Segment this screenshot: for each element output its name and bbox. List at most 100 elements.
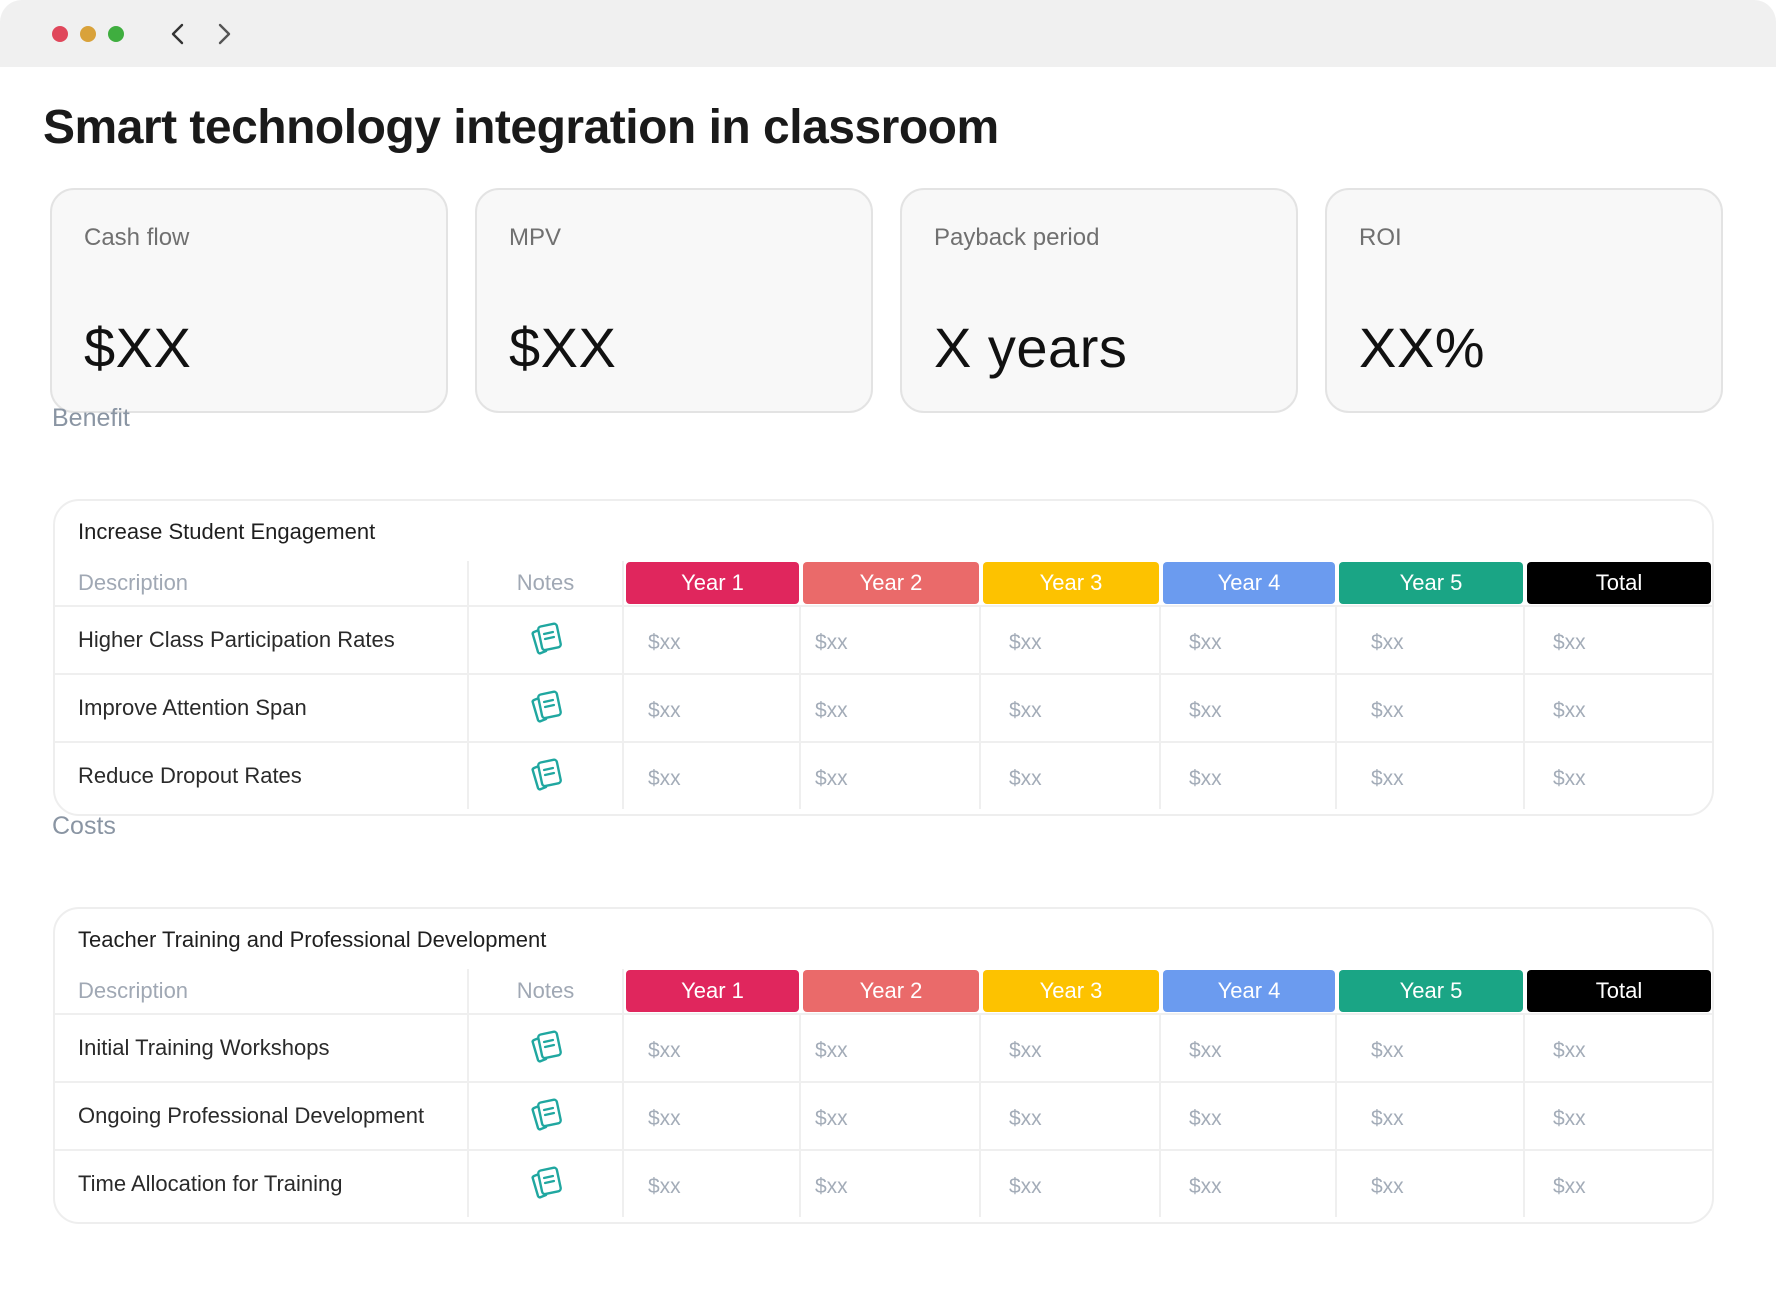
year-3-cell[interactable]: $xx [981, 1151, 1161, 1217]
notes-header: Notes [516, 570, 575, 595]
year-3-cell[interactable]: $xx [981, 1083, 1161, 1149]
year-4-cell[interactable]: $xx [1161, 1015, 1337, 1081]
description-cell[interactable]: Higher Class Participation Rates [55, 607, 469, 673]
year-4-cell[interactable]: $xx [1161, 675, 1337, 741]
year-5-value: $xx [1371, 1039, 1404, 1062]
page-title: Smart technology integration in classroo… [43, 101, 999, 154]
description-cell[interactable]: Reduce Dropout Rates [55, 743, 469, 809]
year-5-cell[interactable]: $xx [1337, 1083, 1525, 1149]
year-2-cell[interactable]: $xx [801, 1151, 981, 1217]
back-button[interactable] [158, 14, 198, 54]
kpi-value: $XX [509, 316, 617, 379]
close-window-button[interactable] [52, 25, 68, 42]
year-5-cell[interactable]: $xx [1337, 743, 1525, 809]
year-5-cell[interactable]: $xx [1337, 607, 1525, 673]
description-header: Description [78, 570, 189, 595]
notes-cell [469, 743, 624, 809]
minimize-window-button[interactable] [80, 25, 96, 42]
kpi-value: X years [934, 316, 1128, 379]
total-cell[interactable]: $xx [1525, 1015, 1712, 1081]
year-2-cell[interactable]: $xx [801, 743, 981, 809]
year-1-cell[interactable]: $xx [624, 1083, 801, 1149]
app-window: Smart technology integration in classroo… [0, 0, 1776, 1304]
year-5-value: $xx [1371, 1107, 1404, 1130]
year-1-cell[interactable]: $xx [624, 607, 801, 673]
kpi-card-mpv: MPV $XX [475, 188, 873, 413]
notes-header: Notes [516, 978, 575, 1003]
year-5-header: Year 5 [1339, 970, 1523, 1012]
year-4-cell[interactable]: $xx [1161, 607, 1337, 673]
year-4-header-cell: Year 4 [1161, 561, 1337, 605]
description-cell[interactable]: Time Allocation for Training [55, 1151, 469, 1217]
year-2-cell[interactable]: $xx [801, 607, 981, 673]
notes-cell [469, 1083, 624, 1149]
section-panel-benefit: Increase Student Engagement Description … [53, 499, 1714, 816]
total-cell[interactable]: $xx [1525, 1083, 1712, 1149]
total-header-cell: Total [1525, 561, 1712, 605]
kpi-value: $XX [84, 316, 192, 379]
description-cell[interactable]: Initial Training Workshops [55, 1015, 469, 1081]
row-description: Reduce Dropout Rates [78, 763, 302, 788]
year-3-cell[interactable]: $xx [981, 675, 1161, 741]
description-cell[interactable]: Improve Attention Span [55, 675, 469, 741]
notes-icon[interactable] [528, 689, 564, 727]
section-label-costs: Costs [52, 812, 116, 840]
kpi-cards: Cash flow $XX MPV $XX Payback period X y… [50, 188, 1723, 413]
notes-cell [469, 607, 624, 673]
year-2-cell[interactable]: $xx [801, 1083, 981, 1149]
kpi-card-payback-period: Payback period X years [900, 188, 1298, 413]
year-1-header-cell: Year 1 [624, 561, 801, 605]
group-title: Teacher Training and Professional Develo… [78, 927, 547, 952]
year-1-value: $xx [648, 1107, 681, 1130]
year-3-cell[interactable]: $xx [981, 743, 1161, 809]
notes-icon[interactable] [528, 1165, 564, 1203]
year-3-header: Year 3 [983, 970, 1159, 1012]
notes-icon[interactable] [528, 1029, 564, 1067]
year-5-cell[interactable]: $xx [1337, 1151, 1525, 1217]
total-value: $xx [1553, 631, 1586, 654]
notes-icon[interactable] [528, 1097, 564, 1135]
chevron-right-icon [218, 23, 231, 44]
year-3-cell[interactable]: $xx [981, 607, 1161, 673]
year-2-cell[interactable]: $xx [801, 675, 981, 741]
year-3-value: $xx [1009, 631, 1042, 654]
year-1-cell[interactable]: $xx [624, 743, 801, 809]
notes-icon[interactable] [528, 757, 564, 795]
year-5-cell[interactable]: $xx [1337, 1015, 1525, 1081]
year-5-value: $xx [1371, 1175, 1404, 1198]
year-1-value: $xx [648, 631, 681, 654]
table-row: Time Allocation for Training $xx $xx $xx… [55, 1149, 1712, 1217]
year-5-value: $xx [1371, 767, 1404, 790]
forward-button[interactable] [204, 14, 244, 54]
year-4-cell[interactable]: $xx [1161, 1083, 1337, 1149]
row-description: Time Allocation for Training [78, 1171, 343, 1196]
maximize-window-button[interactable] [108, 25, 124, 42]
year-1-cell[interactable]: $xx [624, 1015, 801, 1081]
table-row: Improve Attention Span $xx $xx $xx $xx $… [55, 673, 1712, 741]
kpi-card-cash-flow: Cash flow $XX [50, 188, 448, 413]
year-1-cell[interactable]: $xx [624, 675, 801, 741]
table-row: Initial Training Workshops $xx $xx $xx $… [55, 1013, 1712, 1081]
year-4-cell[interactable]: $xx [1161, 1151, 1337, 1217]
year-3-value: $xx [1009, 699, 1042, 722]
year-4-cell[interactable]: $xx [1161, 743, 1337, 809]
year-2-value: $xx [815, 1175, 848, 1198]
year-1-cell[interactable]: $xx [624, 1151, 801, 1217]
year-1-value: $xx [648, 699, 681, 722]
total-cell[interactable]: $xx [1525, 743, 1712, 809]
year-3-value: $xx [1009, 1107, 1042, 1130]
year-3-cell[interactable]: $xx [981, 1015, 1161, 1081]
year-2-cell[interactable]: $xx [801, 1015, 981, 1081]
year-4-value: $xx [1189, 767, 1222, 790]
notes-cell [469, 1015, 624, 1081]
year-5-cell[interactable]: $xx [1337, 675, 1525, 741]
total-cell[interactable]: $xx [1525, 1151, 1712, 1217]
year-3-header-cell: Year 3 [981, 969, 1161, 1013]
notes-icon[interactable] [528, 621, 564, 659]
year-2-value: $xx [815, 767, 848, 790]
table: Description Notes Year 1 Year 2 Year 3 Y… [55, 561, 1712, 809]
description-cell[interactable]: Ongoing Professional Development [55, 1083, 469, 1149]
total-cell[interactable]: $xx [1525, 675, 1712, 741]
history-nav [158, 14, 244, 54]
total-cell[interactable]: $xx [1525, 607, 1712, 673]
